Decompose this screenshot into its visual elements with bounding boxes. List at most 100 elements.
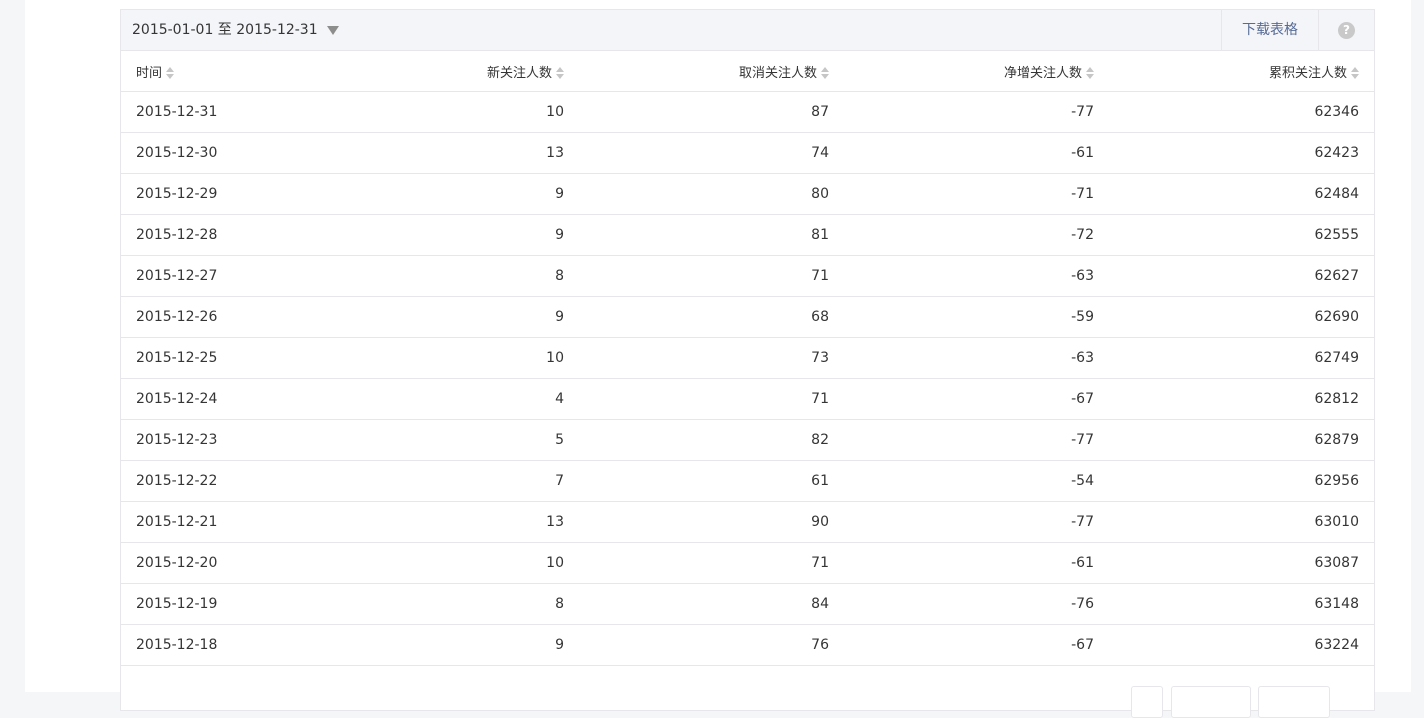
cell-new-followers: 10 [324,337,579,379]
cell-new-followers: 5 [324,419,579,461]
sort-icon [821,67,829,79]
cell-date: 2015-12-27 [121,255,324,297]
table-row: 2015-12-29 9 80 -71 62484 [121,173,1374,215]
caret-down-icon [326,25,339,35]
table-row: 2015-12-20 10 71 -61 63087 [121,542,1374,584]
cell-new-followers: 4 [324,378,579,420]
cell-date: 2015-12-25 [121,337,324,379]
cell-net-growth: -67 [844,378,1109,420]
cell-new-followers: 10 [324,91,579,133]
table-row: 2015-12-25 10 73 -63 62749 [121,337,1374,379]
table-row: 2015-12-22 7 61 -54 62956 [121,460,1374,502]
cell-total-followers: 62346 [1109,91,1374,133]
cell-new-followers: 13 [324,132,579,174]
cell-unfollows: 74 [579,132,844,174]
cell-date: 2015-12-23 [121,419,324,461]
cell-date: 2015-12-22 [121,460,324,502]
table-toolbar: 2015-01-01 至 2015-12-31 下载表格 ? [121,10,1374,51]
column-header-label: 新关注人数 [486,65,552,81]
cell-unfollows: 90 [579,501,844,543]
cell-total-followers: 63010 [1109,501,1374,543]
cell-net-growth: -76 [844,583,1109,625]
cell-total-followers: 62956 [1109,460,1374,502]
cell-unfollows: 81 [579,214,844,256]
pagination-go-button[interactable] [1258,686,1330,718]
table-row: 2015-12-27 8 71 -63 62627 [121,255,1374,297]
cell-net-growth: -61 [844,132,1109,174]
sort-icon [556,67,564,79]
cell-net-growth: -77 [844,91,1109,133]
content-panel: 2015-01-01 至 2015-12-31 下载表格 ? 时间 新关注人数 … [25,0,1411,718]
cell-date: 2015-12-24 [121,378,324,420]
table-row: 2015-12-18 9 76 -67 63224 [121,624,1374,666]
cell-net-growth: -72 [844,214,1109,256]
cell-total-followers: 62749 [1109,337,1374,379]
cell-new-followers: 10 [324,542,579,584]
cell-net-growth: -67 [844,624,1109,666]
cell-unfollows: 71 [579,378,844,420]
data-table-container: 2015-01-01 至 2015-12-31 下载表格 ? 时间 新关注人数 … [120,9,1375,711]
cell-new-followers: 8 [324,255,579,297]
column-header-new-followers[interactable]: 新关注人数 [324,51,579,92]
cell-net-growth: -63 [844,255,1109,297]
cell-new-followers: 9 [324,296,579,338]
cell-total-followers: 63087 [1109,542,1374,584]
cell-new-followers: 8 [324,583,579,625]
help-icon: ? [1338,21,1355,39]
column-header-label: 时间 [136,65,163,81]
table-row: 2015-12-26 9 68 -59 62690 [121,296,1374,338]
cell-unfollows: 71 [579,255,844,297]
cell-net-growth: -63 [844,337,1109,379]
cell-net-growth: -61 [844,542,1109,584]
cell-date: 2015-12-30 [121,132,324,174]
column-header-net-growth[interactable]: 净增关注人数 [844,51,1109,92]
cell-date: 2015-12-26 [121,296,324,338]
cell-total-followers: 63224 [1109,624,1374,666]
cell-date: 2015-12-19 [121,583,324,625]
cell-unfollows: 76 [579,624,844,666]
cell-total-followers: 62484 [1109,173,1374,215]
date-range-selector[interactable]: 2015-01-01 至 2015-12-31 [132,10,339,50]
table-header-row: 时间 新关注人数 取消关注人数 净增关注人数 累积关注人数 [121,51,1374,92]
cell-date: 2015-12-20 [121,542,324,584]
cell-date: 2015-12-31 [121,91,324,133]
cell-new-followers: 9 [324,214,579,256]
sort-icon [1086,67,1094,79]
cell-net-growth: -77 [844,501,1109,543]
table-row: 2015-12-30 13 74 -61 62423 [121,132,1374,174]
download-table-button[interactable]: 下载表格 [1221,10,1318,50]
cell-date: 2015-12-29 [121,173,324,215]
column-header-time[interactable]: 时间 [121,51,324,92]
column-header-label: 净增关注人数 [1003,65,1082,81]
column-header-total-followers[interactable]: 累积关注人数 [1109,51,1374,92]
sort-icon [1351,67,1359,79]
cell-new-followers: 9 [324,624,579,666]
cell-unfollows: 68 [579,296,844,338]
cell-total-followers: 62690 [1109,296,1374,338]
table-body: 2015-12-31 10 87 -77 62346 2015-12-30 13 74 -61 6… [121,91,1374,666]
sort-icon [166,67,175,79]
help-button[interactable]: ? [1318,10,1374,50]
cell-new-followers: 9 [324,173,579,215]
cell-new-followers: 7 [324,460,579,502]
cell-net-growth: -54 [844,460,1109,502]
cell-date: 2015-12-21 [121,501,324,543]
cell-new-followers: 13 [324,501,579,543]
column-header-label: 累积关注人数 [1268,65,1347,81]
pagination-page-input[interactable] [1171,686,1251,718]
cell-unfollows: 71 [579,542,844,584]
cell-total-followers: 62423 [1109,132,1374,174]
table-row: 2015-12-21 13 90 -77 63010 [121,501,1374,543]
column-header-unfollows[interactable]: 取消关注人数 [579,51,844,92]
table-row: 2015-12-28 9 81 -72 62555 [121,214,1374,256]
cell-net-growth: -59 [844,296,1109,338]
table-row: 2015-12-19 8 84 -76 63148 [121,583,1374,625]
cell-net-growth: -77 [844,419,1109,461]
cell-unfollows: 61 [579,460,844,502]
cell-total-followers: 62812 [1109,378,1374,420]
cell-total-followers: 62555 [1109,214,1374,256]
cell-net-growth: -71 [844,173,1109,215]
pagination-prev-button[interactable] [1131,686,1163,718]
cell-unfollows: 82 [579,419,844,461]
cell-unfollows: 80 [579,173,844,215]
